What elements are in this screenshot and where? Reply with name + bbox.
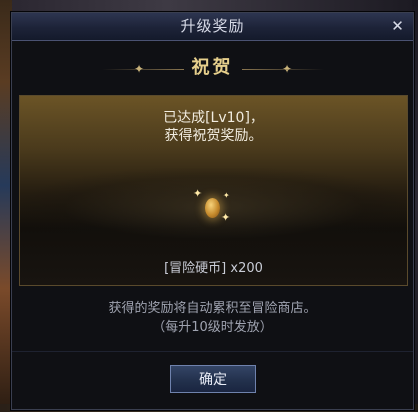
achievement-line-1: 已达成[Lv10]，	[163, 110, 264, 126]
dialog-title: 升级奖励	[180, 17, 245, 35]
achievement-text: 已达成[Lv10]， 获得祝贺奖励。	[20, 109, 407, 145]
dialog-footer: 确定	[12, 351, 413, 409]
confirm-button[interactable]: 确定	[170, 365, 256, 393]
sparkle-icon: ✦	[193, 187, 203, 200]
close-icon: ✕	[391, 17, 404, 35]
sparkle-icon: ✦	[221, 211, 231, 224]
reward-item-slot: ✦ ✦ ✦	[20, 168, 407, 248]
ornament-line-right	[242, 69, 324, 70]
heading-row: ✦ 祝贺 ✦	[12, 47, 413, 87]
achievement-line-2: 获得祝贺奖励。	[164, 128, 263, 144]
reward-panel: 已达成[Lv10]， 获得祝贺奖励。 ✦ ✦ ✦ [冒险硬币] x200	[19, 95, 408, 286]
reward-label: [冒险硬币] x200	[164, 261, 263, 276]
gold-coin-icon: ✦ ✦ ✦	[193, 188, 233, 228]
level-reward-dialog: 升级奖励 ✕ ✦ 祝贺 ✦ 已达成[Lv10]， 获得祝贺奖励。 ✦ ✦ ✦ […	[11, 12, 414, 410]
dialog-titlebar[interactable]: 升级奖励 ✕	[12, 13, 413, 41]
reward-note-line-1: 获得的奖励将自动累积至冒险商店。	[108, 301, 317, 316]
congratulations-heading: 祝贺	[191, 57, 234, 78]
reward-note-line-2: （每升10级时发放）	[152, 320, 273, 335]
background-top	[0, 0, 418, 12]
coin-shape	[205, 198, 220, 218]
sparkle-icon: ✦	[223, 191, 230, 200]
reward-note: 获得的奖励将自动累积至冒险商店。 （每升10级时发放）	[12, 299, 413, 337]
close-button[interactable]: ✕	[388, 17, 407, 36]
